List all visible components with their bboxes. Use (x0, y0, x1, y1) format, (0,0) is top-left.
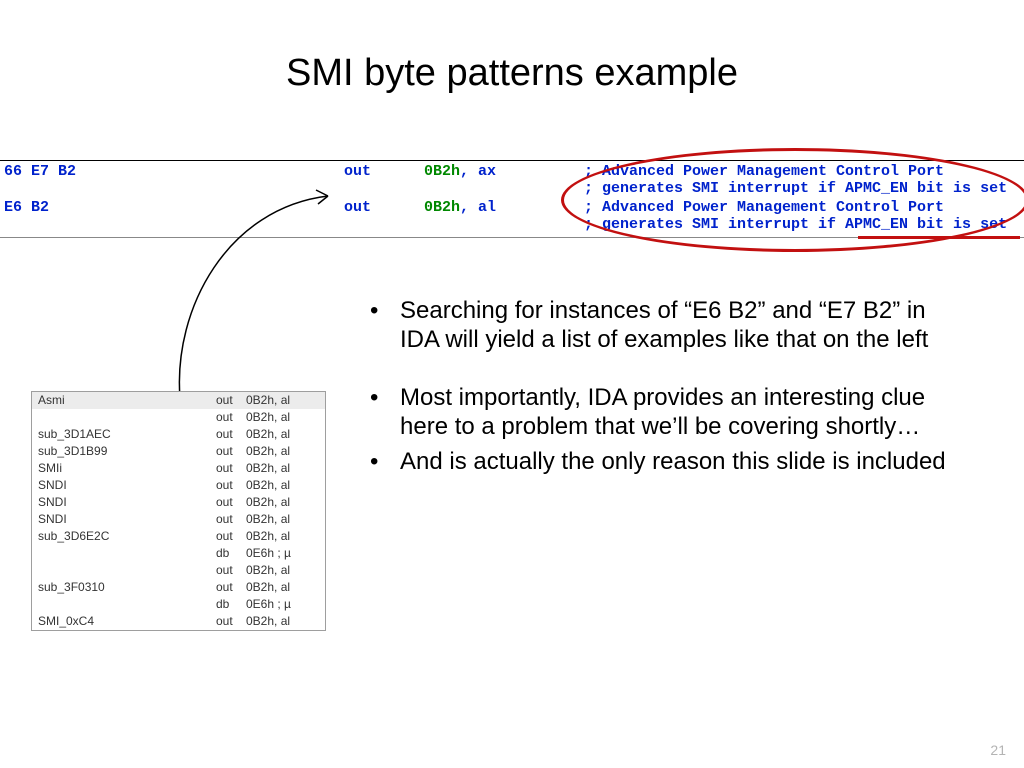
table-row: sub_3D6E2Cout0B2h, al (32, 528, 325, 545)
func-name: sub_3F0310 (38, 579, 216, 596)
bytes: 66 E7 B2 (0, 161, 344, 180)
slide: SMI byte patterns example 66 E7 B2 out 0… (0, 0, 1024, 768)
func-name: SMI_0xC4 (38, 613, 216, 630)
comment: ; Advanced Power Management Control Port… (584, 161, 1007, 197)
table-row: sub_3D1AECout0B2h, al (32, 426, 325, 443)
disassembly-strip: 66 E7 B2 out 0B2h, ax ; Advanced Power M… (0, 160, 1024, 238)
bullet-text: And is actually the only reason this sli… (400, 447, 958, 476)
operand: 0E6h ; µ (246, 545, 319, 562)
bullet-item: • Searching for instances of “E6 B2” and… (366, 296, 958, 355)
func-name (38, 596, 216, 613)
table-row: db0E6h ; µ (32, 596, 325, 613)
bullet-item: • Most importantly, IDA provides an inte… (366, 383, 958, 442)
bullet-dot-icon: • (366, 447, 400, 476)
func-name: sub_3D6E2C (38, 528, 216, 545)
func-name: sub_3D1AEC (38, 426, 216, 443)
mnemonic: out (216, 494, 246, 511)
table-row: SNDIout0B2h, al (32, 477, 325, 494)
disasm-row-1: 66 E7 B2 out 0B2h, ax ; Advanced Power M… (0, 161, 1024, 197)
table-row: SMIiout0B2h, al (32, 460, 325, 477)
bullet-text: Searching for instances of “E6 B2” and “… (400, 296, 958, 355)
operand: 0B2h, al (246, 460, 319, 477)
bullet-list: • Searching for instances of “E6 B2” and… (366, 296, 958, 504)
disasm-row-2: E6 B2 out 0B2h, al ; Advanced Power Mana… (0, 197, 1024, 233)
mnemonic: db (216, 596, 246, 613)
func-name: SNDI (38, 494, 216, 511)
mnemonic: out (216, 443, 246, 460)
table-row: out0B2h, al (32, 409, 325, 426)
operands: 0B2h, ax (424, 161, 584, 180)
mnemonic: out (216, 511, 246, 528)
mnemonic: out (344, 197, 424, 216)
func-name: Asmi (38, 392, 216, 409)
table-row: SNDIout0B2h, al (32, 511, 325, 528)
operand: 0B2h, al (246, 477, 319, 494)
operand: 0B2h, al (246, 579, 319, 596)
mnemonic: out (216, 392, 246, 409)
mnemonic: out (216, 562, 246, 579)
operand: 0B2h, al (246, 494, 319, 511)
operand: 0B2h, al (246, 562, 319, 579)
comment: ; Advanced Power Management Control Port… (584, 197, 1007, 233)
ida-results-table: Asmiout0B2h, alout0B2h, alsub_3D1AECout0… (31, 391, 326, 631)
mnemonic: out (216, 460, 246, 477)
table-row: SNDIout0B2h, al (32, 494, 325, 511)
table-row: sub_3F0310out0B2h, al (32, 579, 325, 596)
operand: 0B2h, al (246, 613, 319, 630)
annotation-underline-icon (858, 236, 1020, 239)
operand: 0B2h, al (246, 528, 319, 545)
operand: 0E6h ; µ (246, 596, 319, 613)
page-number: 21 (990, 742, 1006, 758)
slide-title: SMI byte patterns example (0, 52, 1024, 95)
table-row: sub_3D1B99out0B2h, al (32, 443, 325, 460)
table-row: out0B2h, al (32, 562, 325, 579)
mnemonic: out (344, 161, 424, 180)
mnemonic: out (216, 579, 246, 596)
func-name (38, 409, 216, 426)
bullet-text: Most importantly, IDA provides an intere… (400, 383, 958, 442)
func-name: SNDI (38, 477, 216, 494)
table-row: SMI_0xC4out0B2h, al (32, 613, 325, 630)
operands: 0B2h, al (424, 197, 584, 216)
func-name (38, 545, 216, 562)
bullet-dot-icon: • (366, 383, 400, 442)
mnemonic: out (216, 426, 246, 443)
mnemonic: out (216, 409, 246, 426)
table-row: Asmiout0B2h, al (32, 392, 325, 409)
operand: 0B2h, al (246, 426, 319, 443)
table-row: db0E6h ; µ (32, 545, 325, 562)
operand: 0B2h, al (246, 511, 319, 528)
func-name: SMIi (38, 460, 216, 477)
bullet-item: • And is actually the only reason this s… (366, 447, 958, 476)
mnemonic: out (216, 613, 246, 630)
bytes: E6 B2 (0, 197, 344, 216)
operand: 0B2h, al (246, 409, 319, 426)
mnemonic: db (216, 545, 246, 562)
func-name (38, 562, 216, 579)
operand: 0B2h, al (246, 392, 319, 409)
func-name: SNDI (38, 511, 216, 528)
mnemonic: out (216, 477, 246, 494)
func-name: sub_3D1B99 (38, 443, 216, 460)
bullet-dot-icon: • (366, 296, 400, 355)
mnemonic: out (216, 528, 246, 545)
operand: 0B2h, al (246, 443, 319, 460)
